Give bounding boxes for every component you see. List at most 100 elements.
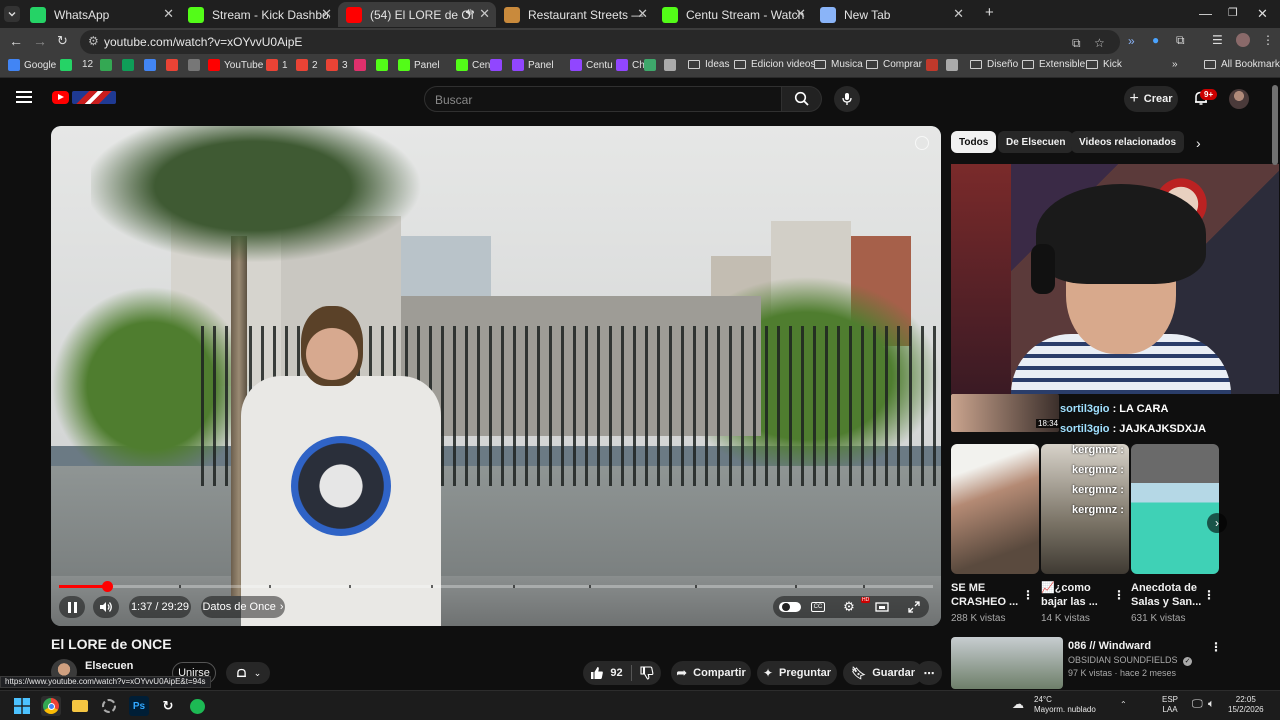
- taskbar-chrome[interactable]: [41, 696, 61, 716]
- bookmark-item[interactable]: [926, 59, 942, 71]
- chip-all[interactable]: Todos: [951, 131, 997, 153]
- chapter-button[interactable]: Datos de Once ›: [201, 596, 285, 618]
- taskbar-file-explorer[interactable]: [70, 696, 90, 716]
- channel-name[interactable]: Elsecuen: [85, 660, 133, 672]
- scrollbar[interactable]: [1272, 85, 1278, 165]
- recommended-video-title[interactable]: 086 // Windward: [1068, 640, 1151, 652]
- weather-widget[interactable]: 24°C Mayorm. nublado: [1034, 695, 1096, 715]
- tray-overflow-icon[interactable]: ⌃: [1120, 700, 1127, 710]
- bookmark-item[interactable]: Musica: [814, 59, 863, 70]
- settings-gear-icon[interactable]: ⚙: [841, 599, 857, 615]
- fullscreen-icon[interactable]: [906, 599, 922, 615]
- shorts-next-button[interactable]: ›: [1207, 513, 1227, 533]
- bookmark-item[interactable]: Panel: [512, 59, 554, 71]
- short-thumbnail[interactable]: [1131, 444, 1219, 574]
- bookmark-item[interactable]: [188, 59, 204, 71]
- theater-mode-icon[interactable]: [874, 599, 890, 615]
- start-button[interactable]: [12, 696, 32, 716]
- short-thumbnail[interactable]: [951, 444, 1039, 574]
- bookmark-item[interactable]: [144, 59, 160, 71]
- clock[interactable]: 22:05 15/2/2026: [1228, 695, 1264, 715]
- reading-list-icon[interactable]: ☰: [1212, 33, 1223, 47]
- save-button[interactable]: 🔖︎ Guardar: [843, 661, 923, 685]
- ask-button[interactable]: ✦ Preguntar: [757, 661, 837, 685]
- search-box[interactable]: [424, 86, 782, 112]
- close-tab-icon[interactable]: ✕: [953, 6, 964, 22]
- taskbar-photoshop[interactable]: Ps: [129, 696, 149, 716]
- bookmark-item[interactable]: [60, 59, 76, 71]
- profile-avatar[interactable]: [1236, 33, 1250, 47]
- browser-tab[interactable]: Restaurant Streets — Feed✕: [496, 2, 654, 27]
- install-app-icon[interactable]: ⧉: [1072, 36, 1081, 51]
- bookmark-item[interactable]: [644, 59, 660, 71]
- bookmark-item[interactable]: Panel: [398, 59, 440, 71]
- bookmark-item[interactable]: [122, 59, 138, 71]
- close-tab-icon[interactable]: ✕: [479, 6, 490, 22]
- recommended-video-channel[interactable]: OBSIDIAN SOUNDFIELDS ✓: [1068, 655, 1193, 666]
- bookmarks-overflow-button[interactable]: »: [1172, 59, 1178, 70]
- search-input[interactable]: [435, 91, 765, 109]
- live-stream-preview[interactable]: [951, 164, 1279, 394]
- bookmark-item[interactable]: [100, 59, 116, 71]
- bookmark-item[interactable]: Diseño: [970, 59, 1018, 70]
- youtube-logo[interactable]: [52, 91, 69, 104]
- bookmark-item[interactable]: Ideas: [688, 59, 729, 70]
- taskbar-app[interactable]: ↻: [158, 696, 178, 716]
- new-tab-button[interactable]: +: [985, 4, 994, 21]
- omnibox[interactable]: ⚙ youtube.com/watch?v=xOYvvU0AipE ⧉ ☆: [80, 30, 1120, 54]
- short-title[interactable]: 📈¿como bajar las ...: [1041, 581, 1113, 609]
- bookmark-item[interactable]: [376, 59, 392, 71]
- bookmark-star-icon[interactable]: ☆: [1094, 36, 1105, 50]
- bookmark-item[interactable]: [664, 59, 680, 71]
- channel-watermark-icon[interactable]: [915, 136, 929, 150]
- menu-hamburger-icon[interactable]: [16, 91, 32, 103]
- bookmark-item[interactable]: [166, 59, 182, 71]
- subtitles-icon[interactable]: CC: [811, 602, 825, 612]
- browser-menu-icon[interactable]: ⋮: [1262, 33, 1274, 47]
- bookmark-item[interactable]: 2: [296, 59, 318, 71]
- browser-tab[interactable]: Stream - Kick Dashboard✕: [180, 2, 338, 27]
- progress-bar[interactable]: [59, 581, 933, 592]
- voice-search-button[interactable]: [834, 86, 860, 112]
- extension-icon[interactable]: ●: [1152, 33, 1159, 47]
- extensions-puzzle-icon[interactable]: ⧉: [1176, 33, 1185, 48]
- volume-button[interactable]: [93, 596, 119, 618]
- language-indicator[interactable]: ESP LAA: [1162, 695, 1178, 715]
- browser-tab[interactable]: Centu Stream - Watch Live on K✕: [654, 2, 812, 27]
- close-tab-icon[interactable]: ✕: [637, 6, 648, 22]
- forward-button[interactable]: →: [33, 33, 47, 49]
- short-menu-icon[interactable]: ⋮: [1022, 588, 1034, 602]
- like-button[interactable]: 92: [590, 666, 623, 680]
- chips-next-chevron-icon[interactable]: ›: [1196, 135, 1201, 151]
- back-button[interactable]: ←: [9, 33, 23, 49]
- more-actions-button[interactable]: ⋯: [916, 661, 942, 685]
- speaker-icon[interactable]: 🔈︎: [1208, 699, 1215, 710]
- tab-audio-icon[interactable]: 🔊︎: [466, 7, 472, 18]
- bookmark-item[interactable]: 12: [82, 59, 93, 70]
- bookmark-item[interactable]: Extensible: [1022, 59, 1085, 70]
- minimize-button[interactable]: —: [1199, 6, 1212, 21]
- extension-icon[interactable]: »: [1128, 34, 1135, 48]
- bookmark-item[interactable]: [490, 59, 506, 71]
- restore-button[interactable]: ❐: [1228, 6, 1238, 19]
- short-title[interactable]: Anecdota de Salas y San...: [1131, 581, 1203, 609]
- short-menu-icon[interactable]: ⋮: [1113, 588, 1125, 602]
- bookmark-item[interactable]: Google: [8, 59, 56, 71]
- chip-related[interactable]: Videos relacionados: [1071, 131, 1185, 153]
- close-window-button[interactable]: ✕: [1257, 6, 1268, 22]
- bookmark-item[interactable]: [354, 59, 370, 71]
- dislike-button[interactable]: [640, 666, 654, 680]
- network-icon[interactable]: 🖵︎: [1192, 699, 1203, 710]
- chip-from-channel[interactable]: De Elsecuen: [998, 131, 1074, 153]
- reload-button[interactable]: ↻: [57, 33, 68, 49]
- create-button[interactable]: + Crear: [1124, 86, 1178, 112]
- close-tab-icon[interactable]: ✕: [321, 6, 332, 22]
- bookmark-item[interactable]: Kick: [1086, 59, 1122, 70]
- browser-tab[interactable]: WhatsApp ✕: [22, 2, 180, 27]
- pause-button[interactable]: [59, 596, 85, 618]
- site-info-icon[interactable]: ⚙: [88, 34, 99, 48]
- search-button[interactable]: [782, 86, 822, 112]
- browser-tab[interactable]: New Tab ✕: [812, 2, 970, 27]
- bookmark-item[interactable]: 3: [326, 59, 348, 71]
- progress-scrubber[interactable]: [102, 581, 114, 592]
